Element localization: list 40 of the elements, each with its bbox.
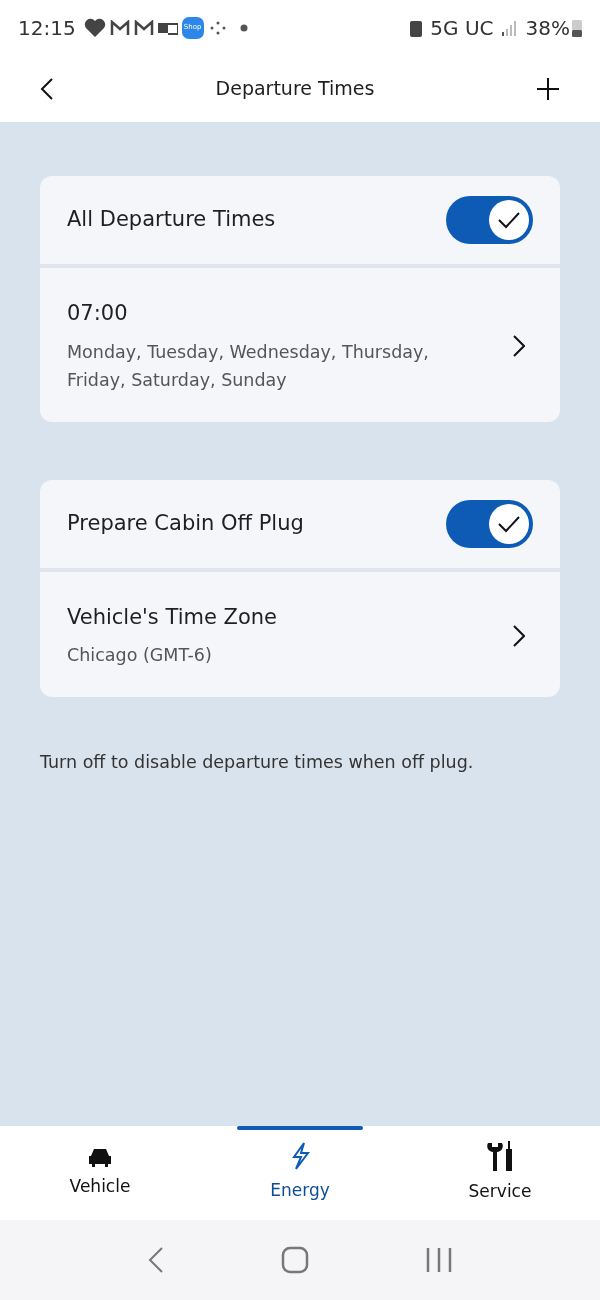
plus-icon	[536, 76, 560, 101]
battery-text: 38%	[525, 14, 570, 42]
home-icon	[281, 1246, 309, 1274]
chevron-right-icon	[513, 335, 525, 358]
nav-tab[interactable]: Vehicle	[0, 1126, 200, 1220]
toggle-label: All Departure Times	[67, 206, 276, 234]
tools-icon	[486, 1141, 514, 1174]
row-title: Vehicle's Time Zone	[67, 603, 278, 631]
recent-apps-icon	[425, 1246, 452, 1274]
mail-icon	[133, 19, 154, 36]
recent-apps-button[interactable]	[425, 1246, 452, 1274]
row-subtitle: Monday, Tuesday, Wednesday, Thursday, Friday, Saturday, Sunday	[67, 340, 430, 392]
screen-title: Departure Times	[215, 76, 375, 102]
home-button[interactable]	[281, 1246, 309, 1274]
dot-icon	[239, 23, 248, 32]
toggle-switch[interactable]	[446, 499, 533, 548]
system-back-button[interactable]	[148, 1246, 165, 1274]
back-button[interactable]	[40, 76, 54, 101]
toggle-label: Prepare Cabin Off Plug	[67, 509, 304, 537]
nav-tab[interactable]: Energy	[200, 1126, 400, 1220]
clock-text: 12:15	[18, 14, 76, 42]
mail-icon	[109, 19, 130, 36]
back-icon	[148, 1246, 165, 1274]
check-icon	[497, 210, 521, 230]
chevron-button[interactable]	[513, 623, 525, 648]
signal-icon	[501, 19, 518, 36]
chevron-right-icon	[513, 624, 525, 647]
add-button[interactable]	[536, 76, 560, 101]
chevron-button[interactable]	[513, 333, 525, 358]
nav-tab[interactable]: Service	[400, 1126, 600, 1220]
hint-text: Turn off to disable departure times when off plug.	[40, 751, 475, 774]
back-icon	[40, 76, 54, 101]
row-title: 07:00	[67, 300, 129, 327]
heart-icon	[83, 17, 106, 38]
battery-icon	[572, 18, 582, 37]
network-text: 5G UC	[430, 14, 494, 42]
car-icon	[88, 1146, 112, 1168]
row-subtitle: Chicago (GMT-6)	[67, 644, 213, 667]
toggle-switch[interactable]	[446, 196, 533, 244]
battery-saver-icon	[410, 18, 423, 37]
